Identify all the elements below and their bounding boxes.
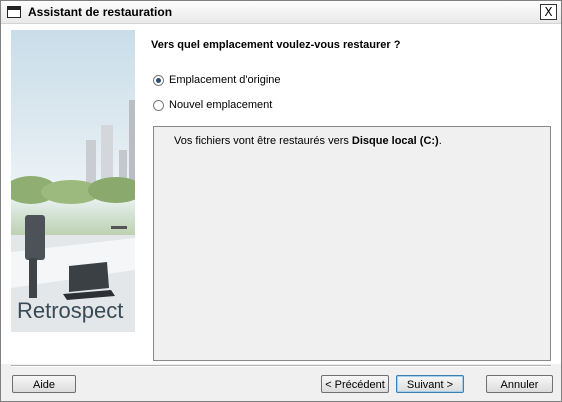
wizard-content: Retrospect Vers quel emplacement voulez-… <box>1 24 561 364</box>
restore-wizard-window: Assistant de restauration X Retrospect V… <box>0 0 562 402</box>
cancel-button[interactable]: Annuler <box>486 375 553 393</box>
option-original-label[interactable]: Emplacement d'origine <box>169 74 281 86</box>
title-bar[interactable]: Assistant de restauration X <box>1 1 561 24</box>
destination-info-box: Vos fichiers vont être restaurés vers Di… <box>153 126 551 361</box>
info-target-disk: Disque local (C:) <box>351 135 439 147</box>
button-separator <box>11 365 551 367</box>
option-original-location[interactable]: Emplacement d'origine <box>153 72 281 88</box>
radio-new-location[interactable] <box>153 99 164 111</box>
info-prefix: Vos fichiers vont être restaurés vers <box>174 135 352 147</box>
option-new-label[interactable]: Nouvel emplacement <box>169 99 272 111</box>
back-button[interactable]: < Précédent <box>321 375 389 393</box>
retrospect-logo-text: Retrospect <box>17 298 124 323</box>
destination-question: Vers quel emplacement voulez-vous restau… <box>151 39 401 51</box>
window-icon <box>7 6 21 18</box>
destination-info-text: Vos fichiers vont être restaurés vers Di… <box>174 135 442 147</box>
info-suffix: . <box>438 135 442 147</box>
office-illustration <box>11 100 135 332</box>
side-banner-image: Retrospect <box>11 30 135 332</box>
next-button[interactable]: Suivant > <box>396 375 464 393</box>
window-title: Assistant de restauration <box>28 5 173 19</box>
option-new-location[interactable]: Nouvel emplacement <box>153 97 272 113</box>
radio-original-location[interactable] <box>153 74 164 86</box>
help-button[interactable]: Aide <box>12 375 76 393</box>
close-button[interactable]: X <box>540 4 557 20</box>
